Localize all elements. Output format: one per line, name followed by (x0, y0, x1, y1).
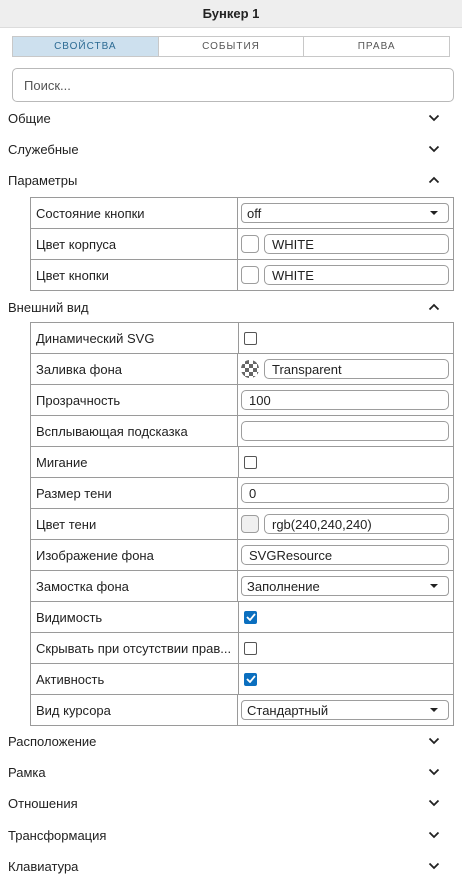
property-label: Вид курсора (36, 702, 111, 718)
section-label: Рамка (8, 764, 46, 780)
property-row: Динамический SVG (30, 323, 454, 354)
property-label: Цвет кнопки (36, 267, 109, 283)
section-label: Параметры (8, 172, 78, 188)
panel-title-bar: Бункер 1 (0, 0, 462, 28)
property-label: Мигание (36, 454, 88, 470)
section-label: Расположение (8, 733, 97, 749)
dynamic-svg-checkbox[interactable] (244, 331, 257, 345)
chevron-up-icon (428, 174, 440, 186)
chevron-down-icon (428, 112, 440, 124)
property-row: Скрывать при отсутствии прав... (30, 633, 454, 664)
opacity-field[interactable]: 100 (241, 390, 449, 410)
property-label: Размер тени (36, 485, 112, 501)
bg-tiling-select[interactable]: Заполнение (241, 576, 449, 596)
property-row: Всплывающая подсказка (30, 416, 454, 447)
button-state-select[interactable]: off (241, 203, 449, 223)
property-row: Замостка фона Заполнение (30, 571, 454, 602)
property-label: Изображение фона (36, 547, 154, 563)
visibility-checkbox[interactable] (244, 610, 257, 624)
section-frame[interactable]: Рамка (0, 757, 462, 787)
property-row: Мигание (30, 447, 454, 478)
property-row: Прозрачность 100 (30, 385, 454, 416)
property-row: Заливка фона Transparent (30, 354, 454, 385)
property-label: Всплывающая подсказка (36, 423, 188, 439)
color-swatch[interactable] (241, 235, 259, 253)
property-label: Цвет тени (36, 516, 97, 532)
tooltip-field[interactable] (241, 421, 449, 441)
section-transform[interactable]: Трансформация (0, 820, 462, 850)
property-label: Динамический SVG (36, 330, 155, 346)
tab-rights[interactable]: ПРАВА (304, 37, 449, 56)
property-label: Видимость (36, 609, 103, 625)
chevron-down-icon (428, 143, 440, 155)
section-relations[interactable]: Отношения (0, 788, 462, 818)
property-row: Цвет корпуса WHITE (30, 229, 454, 260)
tab-bar: СВОЙСТВА СОБЫТИЯ ПРАВА (12, 36, 450, 57)
tab-properties[interactable]: СВОЙСТВА (13, 37, 159, 56)
property-row: Изображение фона SVGResource (30, 540, 454, 571)
transparent-swatch-icon[interactable] (241, 360, 259, 378)
body-color-field[interactable]: WHITE (264, 234, 449, 254)
hide-no-rights-checkbox[interactable] (244, 641, 257, 655)
property-label: Активность (36, 671, 105, 687)
shadow-color-field[interactable]: rgb(240,240,240) (264, 514, 449, 534)
section-label: Служебные (8, 141, 79, 157)
property-label: Замостка фона (36, 578, 129, 594)
color-swatch[interactable] (241, 515, 259, 533)
property-row: Цвет тени rgb(240,240,240) (30, 509, 454, 540)
tab-events[interactable]: СОБЫТИЯ (159, 37, 305, 56)
button-color-field[interactable]: WHITE (264, 265, 449, 285)
section-appearance[interactable]: Внешний вид (0, 292, 462, 322)
section-general[interactable]: Общие (0, 103, 462, 133)
property-row: Размер тени 0 (30, 478, 454, 509)
chevron-down-icon (428, 860, 440, 872)
caret-down-icon (430, 708, 438, 712)
bg-fill-field[interactable]: Transparent (264, 359, 449, 379)
blink-checkbox[interactable] (244, 455, 257, 469)
property-row: Видимость (30, 602, 454, 633)
section-params[interactable]: Параметры (0, 165, 462, 195)
property-row: Цвет кнопки WHITE (30, 260, 454, 291)
section-label: Трансформация (8, 827, 107, 843)
chevron-down-icon (428, 829, 440, 841)
property-label: Состояние кнопки (36, 205, 145, 221)
section-location[interactable]: Расположение (0, 726, 462, 756)
active-checkbox[interactable] (244, 672, 257, 686)
property-row: Вид курсора Стандартный (30, 695, 454, 726)
color-swatch[interactable] (241, 266, 259, 284)
checkmark-icon (245, 613, 256, 621)
chevron-down-icon (428, 797, 440, 809)
property-label: Скрывать при отсутствии прав... (36, 640, 232, 656)
property-label: Заливка фона (36, 361, 122, 377)
section-label: Клавиатура (8, 858, 79, 874)
chevron-down-icon (428, 766, 440, 778)
chevron-down-icon (428, 735, 440, 747)
property-label: Прозрачность (36, 392, 121, 408)
cursor-select[interactable]: Стандартный (241, 700, 449, 720)
checkmark-icon (245, 675, 256, 683)
section-label: Общие (8, 110, 51, 126)
section-label: Внешний вид (8, 299, 89, 315)
section-service[interactable]: Служебные (0, 134, 462, 164)
caret-down-icon (430, 211, 438, 215)
shadow-size-field[interactable]: 0 (241, 483, 449, 503)
search-input[interactable] (12, 68, 454, 102)
params-grid: Состояние кнопки off Цвет корпуса WHITE … (30, 197, 454, 291)
property-label: Цвет корпуса (36, 236, 117, 252)
section-keyboard[interactable]: Клавиатура (0, 851, 462, 881)
property-row: Состояние кнопки off (30, 198, 454, 229)
chevron-up-icon (428, 301, 440, 313)
property-row: Активность (30, 664, 454, 695)
caret-down-icon (430, 584, 438, 588)
panel-title: Бункер 1 (202, 6, 260, 21)
appearance-grid: Динамический SVG Заливка фона Transparen… (30, 322, 454, 726)
bg-image-field[interactable]: SVGResource (241, 545, 449, 565)
section-label: Отношения (8, 795, 78, 811)
